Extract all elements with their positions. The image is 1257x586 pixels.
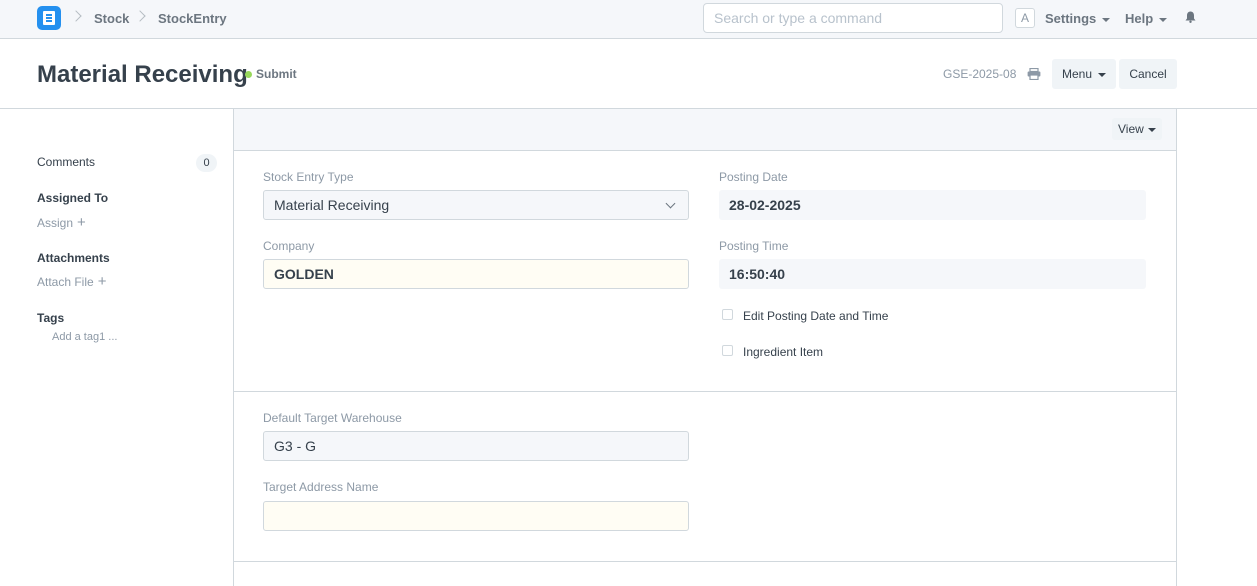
caret-down-icon [1147, 127, 1156, 132]
help-label: Help [1125, 11, 1154, 26]
edit-posting-label: Edit Posting Date and Time [743, 309, 889, 323]
breadcrumb-stock[interactable]: Stock [94, 11, 129, 26]
caret-down-icon [1102, 17, 1111, 22]
breadcrumb-stockentry[interactable]: StockEntry [158, 11, 227, 26]
assign-link[interactable]: Assign + [37, 214, 86, 231]
company-label: Company [263, 239, 315, 253]
settings-dropdown[interactable]: Settings [1045, 11, 1111, 26]
posting-date-value: 28-02-2025 [719, 190, 1146, 220]
document-name: GSE-2025-08 [943, 67, 1017, 81]
print-icon[interactable] [1027, 68, 1041, 80]
assigned-to-heading: Assigned To [37, 191, 109, 205]
attachments-heading: Attachments [37, 251, 110, 265]
cancel-button[interactable]: Cancel [1119, 59, 1177, 89]
bell-icon[interactable] [1185, 11, 1196, 23]
stock-entry-type-value: Material Receiving [274, 197, 390, 213]
caret-down-icon [1159, 17, 1168, 22]
default-target-warehouse-label: Default Target Warehouse [263, 411, 402, 425]
ingredient-item-label: Ingredient Item [743, 345, 824, 359]
chevron-right-icon [70, 10, 82, 22]
view-dropdown[interactable]: View [1112, 118, 1162, 140]
section-divider [234, 391, 1176, 392]
target-address-name-label: Target Address Name [263, 480, 379, 494]
form-toolbar: View [234, 109, 1176, 151]
attach-file-link[interactable]: Attach File + [37, 273, 106, 290]
chevron-down-icon [665, 198, 676, 209]
section-divider [234, 561, 1176, 562]
target-address-name-field[interactable] [263, 501, 689, 531]
tags-heading: Tags [37, 311, 65, 325]
plus-icon: + [97, 273, 107, 290]
status-indicator-icon [245, 71, 252, 78]
default-target-warehouse-field[interactable]: G3 - G [263, 431, 689, 461]
menu-button[interactable]: Menu [1052, 59, 1116, 89]
assign-link-label: Assign [37, 216, 74, 230]
app-logo-icon[interactable] [37, 6, 61, 30]
edit-posting-checkbox[interactable] [722, 309, 733, 320]
posting-date-label: Posting Date [719, 170, 788, 184]
attach-file-label: Attach File [37, 275, 94, 289]
posting-time-label: Posting Time [719, 239, 789, 253]
company-field[interactable]: GOLDEN [263, 259, 689, 289]
top-navbar: Stock StockEntry A Settings Help [0, 0, 1257, 39]
plus-icon: + [77, 214, 86, 231]
page-head: Material Receiving Submit GSE-2025-08 Me… [0, 39, 1257, 109]
stock-entry-type-label: Stock Entry Type [263, 170, 354, 184]
menu-label: Menu [1061, 67, 1093, 81]
help-dropdown[interactable]: Help [1125, 11, 1168, 26]
stock-entry-type-select[interactable]: Material Receiving [263, 190, 689, 220]
caret-down-icon [1098, 72, 1107, 77]
page-title: Material Receiving [37, 61, 248, 88]
settings-label: Settings [1045, 11, 1097, 26]
form-sidebar: Comments 0 Assigned To Assign + Attachmen… [0, 109, 232, 586]
comments-label[interactable]: Comments [37, 155, 95, 169]
status-badge: Submit [256, 67, 297, 81]
comments-count-badge: 0 [196, 154, 217, 172]
view-label: View [1118, 122, 1144, 136]
chevron-right-icon [134, 10, 146, 22]
add-tag-link[interactable]: Add a tag1 ... [52, 331, 117, 343]
ingredient-item-checkbox[interactable] [722, 345, 733, 356]
search-input[interactable] [703, 3, 1003, 33]
form-body: View Stock Entry Type Material Receiving… [233, 109, 1177, 586]
posting-time-value: 16:50:40 [719, 259, 1146, 289]
avatar[interactable]: A [1015, 8, 1035, 28]
